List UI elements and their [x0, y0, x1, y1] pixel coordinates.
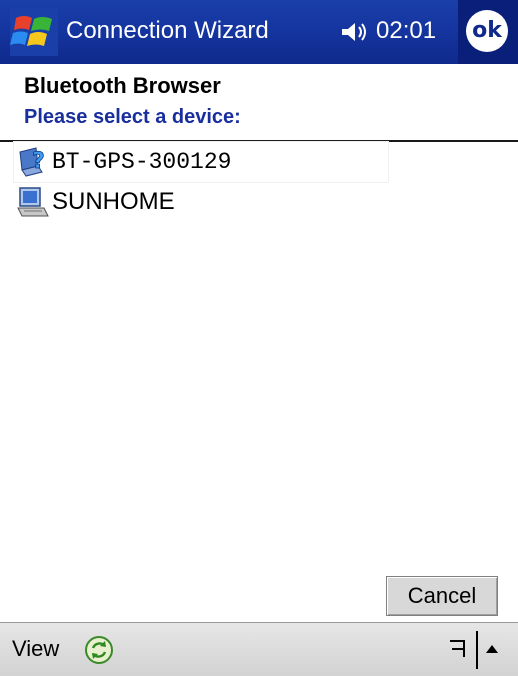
pocketpc-screen: Connection Wizard 02:01 ok Bluetooth Bro…: [0, 0, 518, 676]
page-header: Bluetooth Browser Please select a device…: [0, 64, 518, 142]
cancel-button[interactable]: Cancel: [386, 576, 498, 616]
ok-button[interactable]: ok: [466, 10, 508, 52]
title-bar: Connection Wizard 02:01 ok: [0, 0, 518, 64]
windows-start-icon[interactable]: [10, 8, 58, 56]
view-menu[interactable]: View: [12, 635, 59, 663]
arrow-up-icon[interactable]: [484, 641, 500, 657]
clock[interactable]: 02:01: [376, 16, 436, 46]
speaker-icon[interactable]: [340, 20, 370, 44]
menu-bar: View: [0, 622, 518, 676]
page-subtitle: Please select a device:: [24, 106, 241, 128]
svg-text:?: ?: [32, 149, 45, 174]
window-title: Connection Wizard: [66, 17, 269, 44]
device-item-sunhome[interactable]: SUNHOME: [14, 182, 175, 222]
computer-icon: [17, 187, 49, 217]
input-method-icon[interactable]: [448, 637, 468, 661]
ok-area: ok: [458, 0, 518, 64]
device-list: ? BT-GPS-300129 SUNHOME: [0, 142, 518, 600]
unknown-device-icon: ?: [19, 147, 45, 177]
menubar-divider: [476, 631, 478, 669]
device-label: BT-GPS-300129: [52, 149, 232, 175]
refresh-icon[interactable]: [84, 635, 114, 665]
device-label: SUNHOME: [52, 188, 175, 215]
page-title: Bluetooth Browser: [24, 73, 221, 98]
device-item-bt-gps[interactable]: ? BT-GPS-300129: [14, 142, 388, 182]
